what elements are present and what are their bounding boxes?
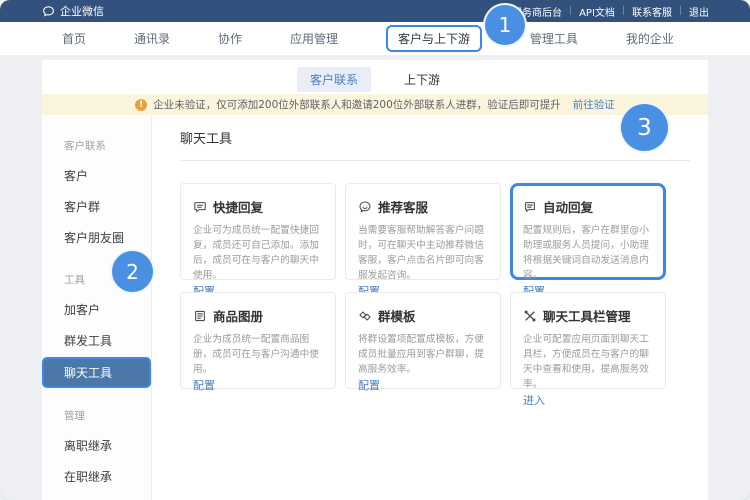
- annotation-step-3: 3: [619, 102, 670, 153]
- product-album-icon: [193, 309, 207, 323]
- topbar-link-contact-support[interactable]: 联系客服: [625, 4, 679, 19]
- topbar-link-logout[interactable]: 退出: [682, 4, 716, 19]
- sidebar-section-management: 管理: [42, 401, 151, 430]
- card-quick-reply: 快捷回复 企业可为成员统一配置快捷回复，成员还可自己添加。添加后，成员可在与客户…: [180, 183, 336, 280]
- sidebar: 客户联系 客户 客户群 客户朋友圈 工具 加客户 群发工具 聊天工具 管理 离职…: [42, 115, 152, 500]
- tab-upstream-downstream[interactable]: 上下游: [391, 67, 453, 92]
- nav-item-collaboration[interactable]: 协作: [218, 30, 242, 47]
- card-description: 企业可配置应用页面到聊天工具栏，方便成员在与客户的聊天中查看和使用，提高服务效率…: [523, 332, 653, 392]
- topbar: 企业微信 服务商后台 | API文档 | 联系客服 | 退出: [0, 0, 750, 22]
- chat-bubble-logo-icon: [42, 5, 55, 18]
- sidebar-item-customer-groups[interactable]: 客户群: [42, 191, 151, 222]
- tabs-row: 客户联系 上下游: [42, 60, 708, 94]
- title-divider: [180, 160, 690, 161]
- warning-icon: !: [135, 99, 147, 111]
- card-group-template: 群模板 将群设置项配置成模板，方便成员批量应用到客户群聊，提高服务效率。 配置: [345, 292, 501, 389]
- card-title: 自动回复: [543, 197, 593, 216]
- card-description: 配置规则后，客户在群里@小助理或服务人员提问，小助理将根据关键词自动发送消息内容…: [523, 223, 653, 283]
- group-template-configure-link[interactable]: 配置: [358, 377, 380, 393]
- recommend-service-icon: [358, 200, 372, 214]
- nav-item-management-tools[interactable]: 管理工具: [530, 30, 578, 47]
- sidebar-item-enterprise-customer-tags[interactable]: 企业客户标签: [42, 492, 151, 500]
- logo-text: 企业微信: [60, 3, 104, 19]
- app-logo[interactable]: 企业微信: [42, 3, 104, 19]
- group-template-icon: [358, 309, 372, 323]
- card-title: 群模板: [378, 306, 416, 325]
- topbar-links: 服务商后台 | API文档 | 联系客服 | 退出: [505, 4, 716, 19]
- card-title: 聊天工具栏管理: [543, 306, 631, 325]
- annotation-step-1: 1: [483, 3, 527, 47]
- nav-item-app-management[interactable]: 应用管理: [290, 30, 338, 47]
- sidebar-item-add-customer[interactable]: 加客户: [42, 294, 151, 325]
- card-description: 企业可为成员统一配置快捷回复，成员还可自己添加。添加后，成员可在与客户的聊天中使…: [193, 223, 323, 283]
- card-recommend-service: 推荐客服 当需要客服帮助解答客户问题时，可在聊天中主动推荐微信客服，客户点击名片…: [345, 183, 501, 280]
- topbar-link-api-docs[interactable]: API文档: [572, 4, 622, 19]
- quick-reply-icon: [193, 200, 207, 214]
- card-description: 当需要客服帮助解答客户问题时，可在聊天中主动推荐微信客服，客户点击名片即可向客服…: [358, 223, 488, 283]
- card-description: 企业为成员统一配置商品图册，成员可在与客户沟通中使用。: [193, 332, 323, 377]
- sidebar-section-customer-contact: 客户联系: [42, 131, 151, 160]
- verification-warning-banner: ! 企业未验证，仅可添加200位外部联系人和邀请200位外部联系人进群，验证后即…: [42, 94, 708, 115]
- nav-item-customers-upstream-downstream[interactable]: 客户与上下游: [386, 25, 482, 52]
- auto-reply-icon: [523, 200, 537, 214]
- card-title: 推荐客服: [378, 197, 428, 216]
- tab-customer-contact[interactable]: 客户联系: [297, 67, 371, 92]
- card-title: 快捷回复: [213, 197, 263, 216]
- app-window: 企业微信 服务商后台 | API文档 | 联系客服 | 退出 首页 通讯录 协作…: [0, 0, 750, 500]
- sidebar-item-resignation-inheritance[interactable]: 离职继承: [42, 430, 151, 461]
- product-album-configure-link[interactable]: 配置: [193, 377, 215, 393]
- card-auto-reply: 自动回复 配置规则后，客户在群里@小助理或服务人员提问，小助理将根据关键词自动发…: [510, 183, 666, 280]
- main-panel: 聊天工具: [152, 115, 708, 500]
- card-chat-toolbar-management: 聊天工具栏管理 企业可配置应用页面到聊天工具栏，方便成员在与客户的聊天中查看和使…: [510, 292, 666, 389]
- feature-cards-grid: 快捷回复 企业可为成员统一配置快捷回复，成员还可自己添加。添加后，成员可在与客户…: [180, 183, 682, 389]
- sidebar-item-on-job-inheritance[interactable]: 在职继承: [42, 461, 151, 492]
- go-verify-link[interactable]: 前往验证: [573, 97, 615, 112]
- card-title: 商品图册: [213, 306, 263, 325]
- nav-item-my-enterprise[interactable]: 我的企业: [626, 30, 674, 47]
- nav-item-home[interactable]: 首页: [62, 30, 86, 47]
- card-product-album: 商品图册 企业为成员统一配置商品图册，成员可在与客户沟通中使用。 配置: [180, 292, 336, 389]
- main-navbar: 首页 通讯录 协作 应用管理 客户与上下游 管理工具 我的企业: [0, 22, 750, 55]
- nav-item-contacts[interactable]: 通讯录: [134, 30, 170, 47]
- sidebar-item-group-message-tool[interactable]: 群发工具: [42, 325, 151, 356]
- sidebar-item-chat-tools[interactable]: 聊天工具: [42, 357, 151, 388]
- annotation-step-2: 2: [110, 249, 155, 294]
- page-title: 聊天工具: [180, 128, 690, 160]
- sidebar-item-customers[interactable]: 客户: [42, 160, 151, 191]
- card-description: 将群设置项配置成模板，方便成员批量应用到客户群聊，提高服务效率。: [358, 332, 488, 377]
- warning-text: 企业未验证，仅可添加200位外部联系人和邀请200位外部联系人进群，验证后即可提…: [153, 97, 561, 112]
- chat-toolbar-enter-link[interactable]: 进入: [523, 392, 545, 408]
- chat-toolbar-icon: [523, 309, 537, 323]
